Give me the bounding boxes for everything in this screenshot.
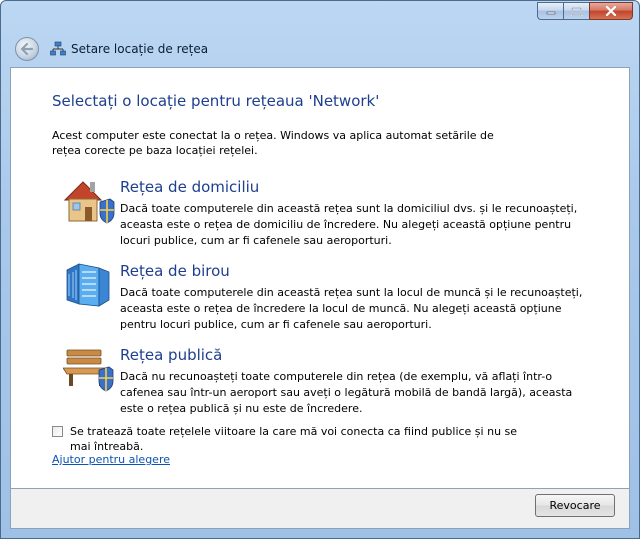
- cancel-button[interactable]: Revocare: [535, 494, 615, 517]
- network-location-window: Setare locație de rețea Selectați o loca…: [0, 0, 640, 539]
- option-description-work: Dacă toate computerele din această rețea…: [120, 286, 583, 331]
- back-arrow-icon: [20, 43, 34, 55]
- network-icon: [50, 41, 66, 56]
- close-icon: [605, 6, 617, 16]
- maximize-icon: [571, 6, 582, 16]
- window-title: Setare locație de rețea: [71, 42, 209, 56]
- title-bar[interactable]: [1, 1, 639, 31]
- public-network-icon: [63, 349, 114, 392]
- intro-text: Acest computer este conectat la o rețea.…: [52, 129, 494, 157]
- maximize-button[interactable]: [563, 2, 589, 20]
- home-network-icon: [63, 181, 115, 224]
- navigation-bar: Setare locație de rețea: [1, 31, 639, 67]
- option-home-network[interactable]: Rețea de domiciliu Dacă toate computerel…: [63, 176, 603, 256]
- option-title-public: Rețea publică: [120, 346, 223, 364]
- option-title-home: Rețea de domiciliu: [120, 178, 260, 196]
- content-panel: Selectați o locație pentru rețeaua 'Netw…: [10, 67, 630, 489]
- minimize-icon: [546, 11, 555, 15]
- page-heading: Selectați o locație pentru rețeaua 'Netw…: [52, 92, 380, 110]
- option-description-home: Dacă toate computerele din această rețea…: [120, 202, 578, 247]
- back-button[interactable]: [15, 37, 39, 61]
- minimize-button[interactable]: [537, 2, 563, 20]
- option-description-public: Dacă nu recunoașteți toate computerele d…: [120, 370, 573, 415]
- option-public-network[interactable]: Rețea publică Dacă nu recunoașteți toate…: [63, 344, 603, 424]
- treat-all-public-label[interactable]: Se tratează toate rețelele viitoare la c…: [70, 424, 540, 454]
- help-choosing-link[interactable]: Ajutor pentru alegere: [52, 453, 170, 466]
- window-controls: [537, 2, 633, 20]
- close-button[interactable]: [589, 2, 633, 20]
- footer-bar: Revocare: [10, 489, 630, 529]
- option-work-network[interactable]: Rețea de birou Dacă toate computerele di…: [63, 260, 603, 340]
- work-network-icon: [66, 263, 110, 307]
- treat-all-public-checkbox[interactable]: [52, 426, 63, 437]
- option-title-work: Rețea de birou: [120, 262, 230, 280]
